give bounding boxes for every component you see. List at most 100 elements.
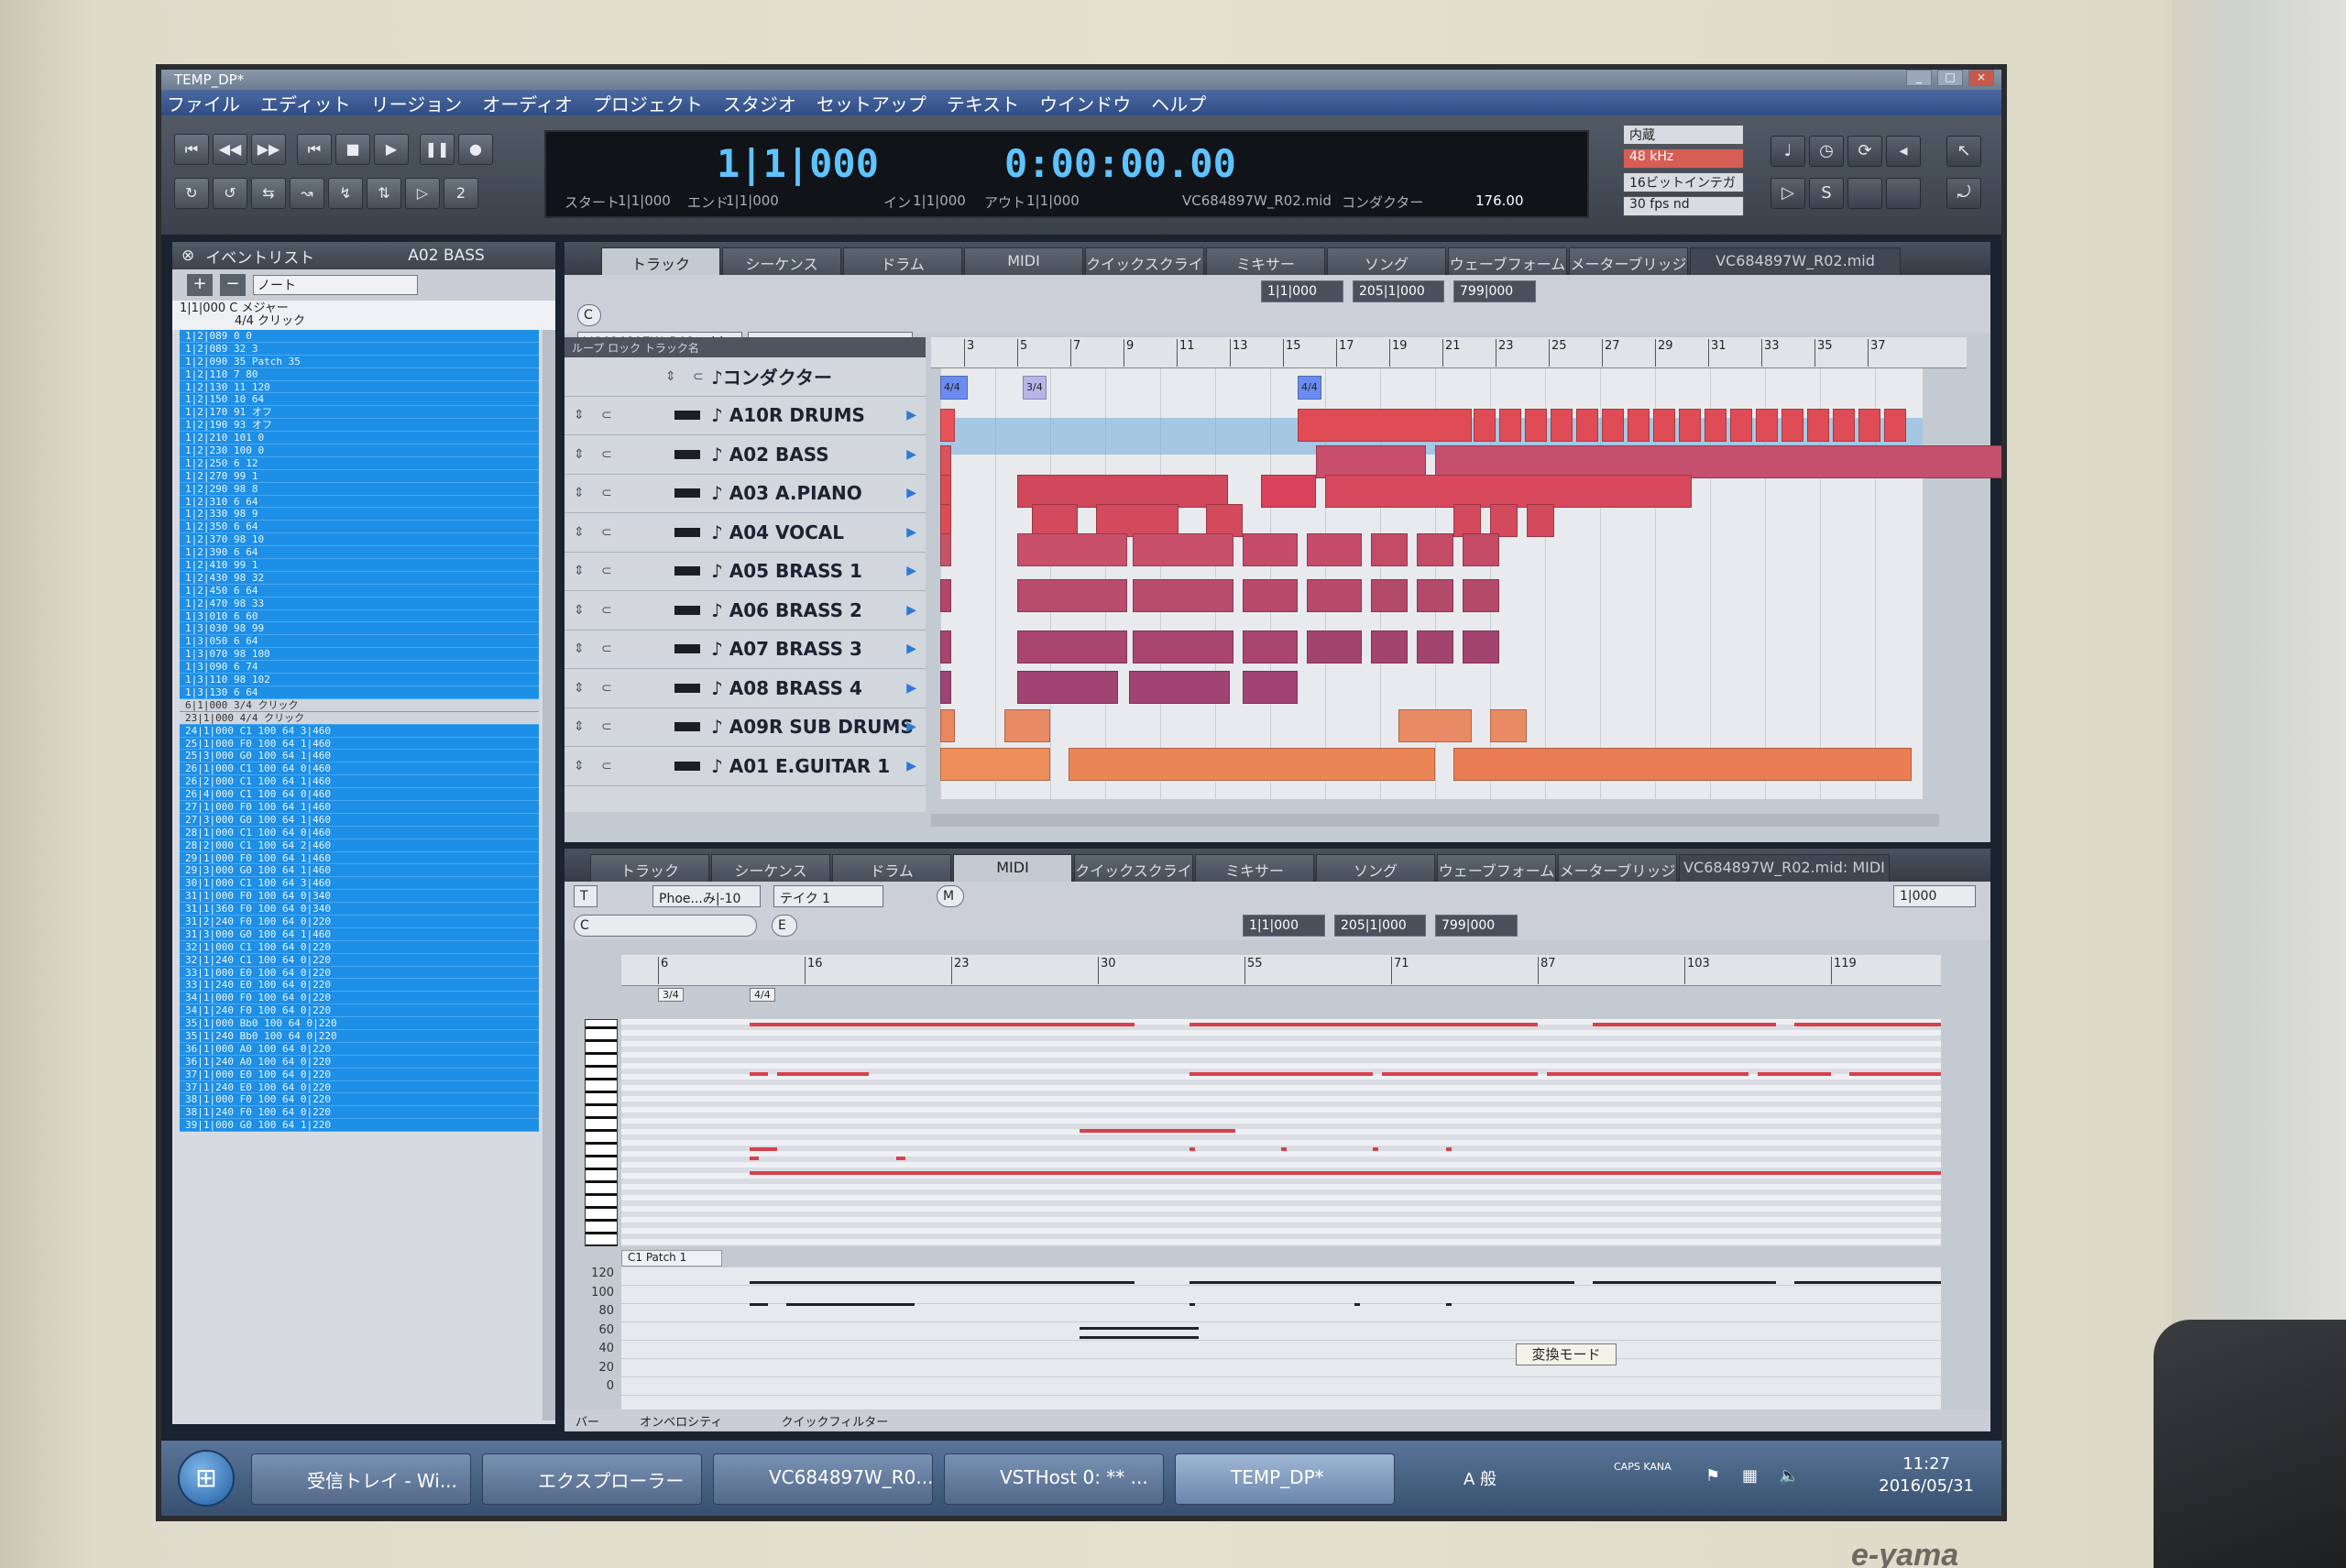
event-row[interactable]: 29|1|000 F0 100 64 1|460 bbox=[180, 851, 539, 865]
event-row[interactable]: 23|1|000 4/4 クリック bbox=[180, 711, 539, 725]
task-midi-file[interactable]: VC684897W_R0... bbox=[713, 1453, 933, 1505]
event-row[interactable]: 1|2|210 101 0 bbox=[180, 432, 539, 445]
track-row[interactable]: ⇕ ⊂ ♪ A01 E.GUITAR 1 ▶ bbox=[565, 747, 926, 786]
track-region[interactable] bbox=[1781, 409, 1803, 442]
track-region[interactable] bbox=[1628, 409, 1650, 442]
event-row[interactable]: 1|2|089 32 3 bbox=[180, 342, 539, 356]
track-region[interactable] bbox=[940, 504, 951, 537]
menu-window[interactable]: ウインドウ bbox=[1039, 90, 1131, 116]
event-row[interactable]: 30|1|000 C1 100 64 3|460 bbox=[180, 877, 539, 891]
event-row[interactable]: 1|2|230 100 0 bbox=[180, 444, 539, 457]
sample-rate-select[interactable]: 48 kHz bbox=[1623, 148, 1744, 169]
event-row[interactable]: 1|2|330 98 9 bbox=[180, 508, 539, 521]
menu-project[interactable]: プロジェクト bbox=[593, 90, 703, 116]
task-vsthost[interactable]: VSTHost 0: ** ... bbox=[944, 1453, 1164, 1505]
track-arrow-icon[interactable]: ▶ bbox=[906, 525, 916, 540]
tab-2[interactable]: ドラム bbox=[843, 247, 962, 275]
track-region[interactable] bbox=[1490, 504, 1518, 537]
tracks-overview-grid[interactable]: 4/4 3/4 4/4 bbox=[940, 368, 2001, 799]
sync-icon[interactable]: ⟳ bbox=[1847, 136, 1882, 167]
event-list[interactable]: 1|2|089 0 0 1|2|089 32 3 1|2|090 35 Patch … bbox=[180, 330, 539, 1420]
track-arrow-icon[interactable]: ▶ bbox=[906, 759, 916, 773]
menu-region[interactable]: リージョン bbox=[371, 90, 463, 116]
track-region[interactable] bbox=[1417, 630, 1453, 663]
pause-button[interactable]: ❚❚ bbox=[420, 134, 455, 165]
event-filter-select[interactable]: ノート bbox=[253, 275, 418, 295]
track-region[interactable] bbox=[1307, 579, 1362, 612]
task-mail[interactable]: 受信トレイ - Wi... bbox=[251, 1453, 471, 1505]
event-row[interactable]: 33|1|000 E0 100 64 0|220 bbox=[180, 966, 539, 980]
track-region[interactable] bbox=[1490, 709, 1527, 742]
track-name[interactable]: ♪ A01 E.GUITAR 1 bbox=[711, 755, 890, 777]
tab-8[interactable]: メーターブリッジ bbox=[1558, 854, 1677, 882]
event-row[interactable]: 1|2|170 91 オフ bbox=[180, 406, 539, 420]
record-button[interactable]: ● bbox=[458, 134, 493, 165]
track-name[interactable]: ♪ A04 VOCAL bbox=[711, 521, 844, 543]
menu-edit[interactable]: エディット bbox=[260, 90, 351, 116]
track-arrow-icon[interactable]: ▶ bbox=[906, 641, 916, 656]
stop-button[interactable]: ■ bbox=[335, 134, 370, 165]
tab-2[interactable]: ドラム bbox=[832, 854, 951, 882]
move-handle-icon[interactable]: ⇕ bbox=[574, 408, 592, 422]
midi-note[interactable] bbox=[1189, 1072, 1373, 1076]
track-region[interactable] bbox=[1463, 533, 1499, 566]
event-row[interactable]: 37|1|000 E0 100 64 0|220 bbox=[180, 1068, 539, 1081]
midi-note[interactable] bbox=[750, 1072, 768, 1076]
midi-note[interactable] bbox=[1382, 1072, 1538, 1076]
file-tab[interactable]: VC684897W_R02.mid bbox=[1690, 247, 1901, 275]
track-region[interactable] bbox=[1133, 579, 1233, 612]
track-region[interactable] bbox=[1453, 748, 1912, 781]
event-row[interactable]: 26|1|000 C1 100 64 0|460 bbox=[180, 762, 539, 776]
track-region[interactable] bbox=[940, 533, 951, 566]
midi-ruler[interactable]: 6 16 23 30 55 71 87 103 119 bbox=[621, 955, 1941, 986]
taskbar-clock[interactable]: 11:27 2016/05/31 bbox=[1879, 1453, 1974, 1497]
menu-file[interactable]: ファイル bbox=[167, 90, 240, 116]
track-region[interactable] bbox=[1576, 409, 1598, 442]
event-row[interactable]: 1|2|470 98 33 bbox=[180, 597, 539, 610]
lock-icon[interactable]: ⊂ bbox=[601, 719, 619, 734]
midi-note[interactable] bbox=[1446, 1147, 1452, 1151]
end-value[interactable]: 1|1|000 bbox=[726, 192, 779, 209]
start-value[interactable]: 1|1|000 bbox=[618, 192, 671, 209]
event-row[interactable]: 31|3|000 G0 100 64 1|460 bbox=[180, 927, 539, 941]
event-row[interactable]: 32|1|240 C1 100 64 0|220 bbox=[180, 953, 539, 967]
track-region[interactable] bbox=[1017, 533, 1127, 566]
track-region[interactable] bbox=[1129, 671, 1230, 704]
piano-keyboard[interactable] bbox=[585, 1019, 618, 1246]
event-row[interactable]: 1|3|090 6 74 bbox=[180, 661, 539, 674]
track-name[interactable]: ♪ A03 A.PIANO bbox=[711, 482, 862, 504]
clock-icon[interactable]: ◷ bbox=[1809, 136, 1844, 167]
track-arrow-icon[interactable]: ▶ bbox=[906, 486, 916, 500]
tab-6[interactable]: ソング bbox=[1316, 854, 1435, 882]
velocity-bar[interactable] bbox=[750, 1303, 768, 1306]
quick-filter[interactable]: クイックフィルター bbox=[782, 1416, 889, 1430]
volume-icon[interactable]: 🔈 bbox=[1779, 1466, 1799, 1486]
midi-note[interactable] bbox=[750, 1171, 1941, 1175]
track-region[interactable] bbox=[1133, 630, 1233, 663]
event-row[interactable]: 31|1|000 F0 100 64 0|340 bbox=[180, 890, 539, 904]
velocity-bar[interactable] bbox=[1189, 1303, 1195, 1306]
lock-icon[interactable]: ⊂ bbox=[601, 641, 619, 656]
in-value[interactable]: 1|1|000 bbox=[913, 192, 966, 209]
rewind-button[interactable]: ◀◀ bbox=[213, 134, 247, 165]
move-handle-icon[interactable]: ⇕ bbox=[574, 525, 592, 540]
event-row[interactable]: 37|1|240 E0 100 64 0|220 bbox=[180, 1080, 539, 1094]
track-row[interactable]: ⇕ ⊂ ♪ A04 VOCAL ▶ bbox=[565, 513, 926, 553]
track-region[interactable] bbox=[1017, 671, 1118, 704]
track-region[interactable] bbox=[1525, 409, 1547, 442]
track-row[interactable]: ⇕ ⊂ ♪ A10R DRUMS ▶ bbox=[565, 397, 926, 435]
track-region[interactable] bbox=[1316, 445, 1426, 478]
event-row[interactable]: 38|1|000 F0 100 64 0|220 bbox=[180, 1093, 539, 1107]
velocity-mode-select[interactable]: オンベロシティ bbox=[640, 1416, 722, 1430]
track-row[interactable]: ⇕ ⊂ ♪ A06 BRASS 2 ▶ bbox=[565, 591, 926, 630]
track-region[interactable] bbox=[1371, 630, 1408, 663]
loop-icon[interactable]: ↻ bbox=[174, 178, 209, 209]
event-row[interactable]: 1|3|010 6 60 bbox=[180, 609, 539, 623]
event-row[interactable]: 31|2|240 F0 100 64 0|220 bbox=[180, 915, 539, 928]
midi-note[interactable] bbox=[896, 1157, 905, 1160]
track-region[interactable] bbox=[1551, 409, 1573, 442]
tab-7[interactable]: ウェーブフォーム bbox=[1448, 247, 1567, 275]
track-region[interactable] bbox=[940, 630, 951, 663]
punch-icon[interactable]: ↺ bbox=[213, 178, 247, 209]
event-row[interactable]: 1|2|089 0 0 bbox=[180, 330, 539, 343]
